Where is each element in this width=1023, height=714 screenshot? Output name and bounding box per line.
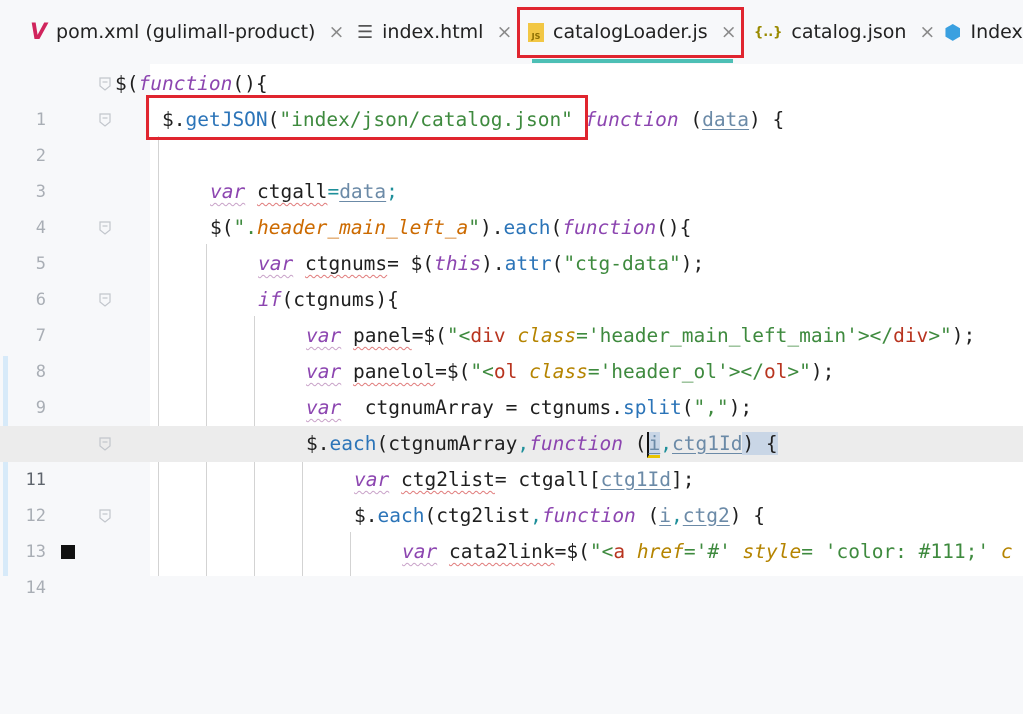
code-line-current: 11 $.each(ctgnumArray,function (i,ctg1Id… [0, 426, 1023, 490]
bookmark-icon[interactable] [61, 545, 75, 559]
code-line: 2 $.getJSON("index/json/catalog.json" fu… [0, 102, 1023, 166]
code-line: 5 $(".header_main_left_a").each(function… [0, 210, 1023, 274]
tab-label: Index [970, 21, 1023, 43]
code-line: 10 var ctgnumArray = ctgnums.split(","); [0, 390, 1023, 454]
tab-label: pom.xml (gulimall-product) [56, 21, 316, 43]
tab-catalogloader-js[interactable]: JS catalogLoader.js × [528, 0, 737, 64]
close-icon[interactable]: × [721, 21, 737, 43]
code-line: 7 if(ctgnums){ [0, 282, 1023, 346]
code-line: 4 var ctgall=data; [0, 174, 1023, 238]
tab-label: index.html [382, 21, 484, 43]
fold-icon[interactable] [98, 436, 112, 452]
maven-icon: V [30, 19, 48, 45]
code-line: 8 var panel=$("<div class='header_main_l… [0, 318, 1023, 382]
tab-label: catalogLoader.js [553, 21, 708, 43]
fold-icon[interactable] [98, 220, 112, 236]
fold-icon[interactable] [98, 76, 112, 92]
code-line: 6 var ctgnums= $(this).attr("ctg-data"); [0, 246, 1023, 310]
code-line: 14 var cata2link=$("<a href='#' style= '… [0, 534, 1023, 598]
text-cursor: i [646, 432, 661, 458]
close-icon[interactable]: × [328, 21, 344, 43]
js-file-icon: JS [528, 22, 544, 42]
code-line: 3 [0, 138, 1023, 202]
line-number: 14 [25, 578, 46, 598]
code-line: 13 $.each(ctg2list,function (i,ctg2) { [0, 498, 1023, 562]
html-file-icon: ☰ [357, 21, 374, 43]
editor-tab-bar: V pom.xml (gulimall-product) × ☰ index.h… [0, 0, 1023, 65]
code-line: 12 var ctg2list= ctgall[ctg1Id]; [0, 462, 1023, 526]
tab-index-class[interactable]: ⬢ Index [944, 0, 1023, 64]
close-icon[interactable]: × [919, 21, 935, 43]
code-editor[interactable]: 1 $(function(){ 2 $.getJSON("index/json/… [0, 64, 1023, 598]
json-file-icon: {..} [754, 24, 783, 40]
tab-pom-xml[interactable]: V pom.xml (gulimall-product) × [30, 0, 344, 64]
code-line: 1 $(function(){ [0, 66, 1023, 130]
code-line: 9 var panelol=$("<ol class='header_ol'><… [0, 354, 1023, 418]
fold-icon[interactable] [98, 292, 112, 308]
tab-index-html[interactable]: ☰ index.html × [357, 0, 512, 64]
tab-catalog-json[interactable]: {..} catalog.json × [754, 0, 935, 64]
class-icon: ⬢ [944, 20, 962, 44]
close-icon[interactable]: × [496, 21, 512, 43]
tab-label: catalog.json [791, 21, 907, 43]
fold-icon[interactable] [98, 112, 112, 128]
fold-icon[interactable] [98, 508, 112, 524]
